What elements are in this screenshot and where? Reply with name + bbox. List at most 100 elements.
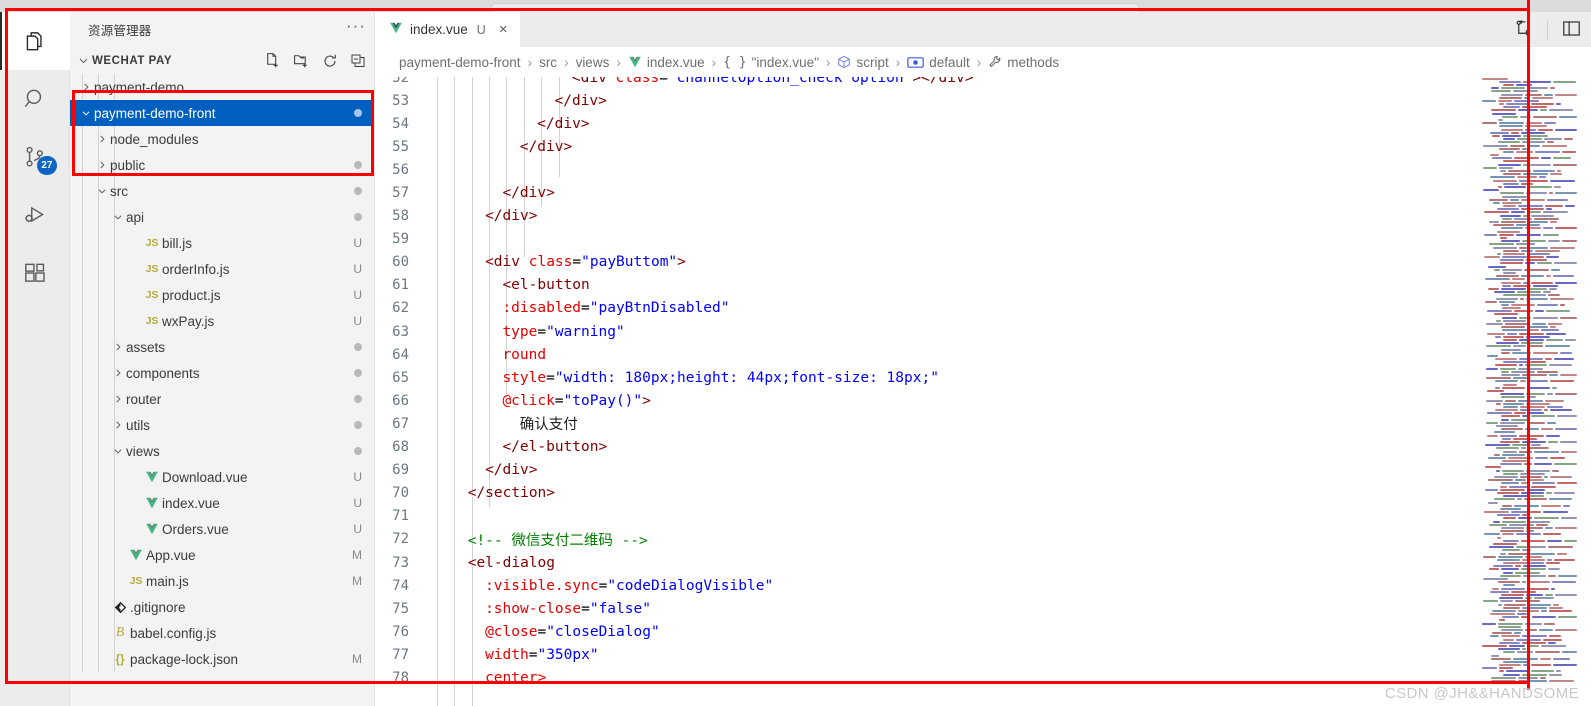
tree-file-row[interactable]: Bbabel.config.js [70, 620, 374, 646]
code-line: 76 @close="closeDialog" [375, 620, 1591, 643]
collapse-all-icon[interactable] [350, 53, 366, 69]
tree-item-label: index.vue [162, 495, 220, 511]
new-folder-icon[interactable] [293, 52, 310, 69]
code-token: :visible.sync [485, 577, 599, 594]
tree-folder-row[interactable]: node_modules [70, 126, 374, 152]
breadcrumb-item[interactable]: views [576, 55, 610, 70]
line-number: 64 [392, 346, 409, 363]
unstaged-dot-indicator [354, 187, 362, 195]
tree-item-label: src [110, 183, 128, 199]
tree-item-label: package-lock.json [130, 651, 239, 667]
tree-folder-row[interactable]: router [70, 386, 374, 412]
tab-index-vue[interactable]: index.vue U × [375, 12, 520, 47]
code-token: :disabled [502, 300, 582, 317]
line-text: <el-button [433, 277, 1591, 293]
chevron-right-icon [110, 342, 126, 352]
code-token: type [502, 323, 538, 340]
tree-item-label: utils [126, 417, 151, 433]
breadcrumb-item[interactable]: default [907, 55, 970, 70]
tree-item-label: orderInfo.js [162, 261, 230, 277]
tree-folder-row[interactable]: assets [70, 334, 374, 360]
line-number: 75 [392, 600, 409, 617]
chevron-right-icon [94, 134, 110, 144]
tree-folder-row[interactable]: utils [70, 412, 374, 438]
file-tree: payment-demo payment-demo-front node_modul… [70, 74, 374, 672]
tree-folder-row[interactable]: components [70, 360, 374, 386]
line-text: :disabled="payBtnDisabled" [433, 300, 1591, 316]
tree-file-row[interactable]: JS main.js M [70, 568, 374, 594]
breadcrumb-item[interactable]: methods [988, 55, 1059, 70]
breadcrumb-label: index.vue [646, 54, 705, 70]
code-token: class [615, 77, 660, 86]
git-status-badge: U [353, 496, 362, 510]
line-number: 56 [392, 161, 409, 178]
code-token: <div [485, 254, 529, 271]
chevron-right-icon [110, 368, 126, 378]
tree-folder-row[interactable]: api [70, 204, 374, 230]
breadcrumb-separator: › [976, 54, 982, 70]
cube-icon [837, 55, 851, 69]
code-line: 52 <div class="channelOption_check option… [375, 77, 1591, 89]
tree-item-label: payment-demo [94, 79, 185, 95]
breadcrumb-separator: › [895, 54, 901, 70]
activity-bar: 27 [0, 12, 70, 706]
tree-folder-row[interactable]: src [70, 178, 374, 204]
tree-file-row[interactable]: index.vue U [70, 490, 374, 516]
code-token: "closeDialog" [546, 623, 660, 640]
tree-folder-row[interactable]: views [70, 438, 374, 464]
code-token: <!-- 微信支付二维码 --> [467, 532, 648, 549]
chevron-right-icon [78, 82, 94, 92]
tree-folder-row[interactable]: public [70, 152, 374, 178]
tree-file-row[interactable]: .gitignore [70, 594, 374, 620]
babel-file-icon: B [115, 625, 125, 640]
split-editor-icon[interactable] [1514, 19, 1533, 41]
tree-file-row[interactable]: {} package-lock.json M [70, 646, 374, 672]
activitybar-item-run-and-debug[interactable] [0, 186, 70, 244]
activitybar-item-explorer[interactable] [0, 12, 70, 70]
new-file-icon[interactable] [264, 52, 281, 69]
activitybar-item-extensions[interactable] [0, 244, 70, 302]
toolbar-divider [1547, 19, 1548, 40]
tree-folder-row[interactable]: payment-demo [70, 74, 374, 100]
explorer-more-actions-icon[interactable]: ··· [346, 17, 366, 38]
code-token: "toPay()" [563, 392, 643, 409]
line-number: 72 [392, 531, 409, 548]
code-token: > [642, 392, 651, 409]
tree-file-row[interactable]: App.vue M [70, 542, 374, 568]
tree-folder-row[interactable]: payment-demo-front [70, 100, 374, 126]
breadcrumb-separator: › [711, 54, 717, 70]
breadcrumb-item[interactable]: index.vue [628, 55, 705, 70]
breadcrumb-item[interactable]: { } "index.vue" [723, 55, 819, 70]
code-line: 63 type="warning" [375, 320, 1591, 343]
line-number: 52 [392, 77, 409, 86]
activitybar-item-source-control[interactable]: 27 [0, 128, 70, 186]
tree-file-row[interactable]: JS orderInfo.js U [70, 256, 374, 282]
code-lines: 52 <div class="channelOption_check option… [375, 77, 1591, 690]
editor-scrollbar[interactable] [1577, 77, 1591, 706]
refresh-icon[interactable] [322, 53, 338, 69]
breadcrumb-item[interactable]: payment-demo-front [399, 55, 521, 70]
code-token: = [581, 300, 590, 317]
tree-item-label: payment-demo-front [94, 105, 216, 121]
tree-file-row[interactable]: Orders.vue U [70, 516, 374, 542]
line-text: :show-close="false" [433, 601, 1591, 617]
line-number: 69 [392, 462, 409, 479]
tree-file-row[interactable]: Download.vue U [70, 464, 374, 490]
code-editor[interactable]: 52 <div class="channelOption_check option… [375, 77, 1591, 706]
tree-file-row[interactable]: JS product.js U [70, 282, 374, 308]
tree-item-label: babel.config.js [130, 625, 217, 641]
breadcrumb-label: script [856, 54, 889, 70]
close-icon[interactable]: × [499, 22, 508, 37]
activitybar-item-search[interactable] [0, 70, 70, 128]
toggle-panel-icon[interactable] [1562, 19, 1581, 41]
tree-file-row[interactable]: JS wxPay.js U [70, 308, 374, 334]
line-number: 67 [392, 415, 409, 432]
line-text: </div> [433, 116, 1591, 132]
explorer-title: 资源管理器 [88, 24, 152, 38]
code-line: 58 </div> [375, 205, 1591, 228]
breadcrumb-item[interactable]: script [837, 54, 889, 70]
tree-file-row[interactable]: JS bill.js U [70, 230, 374, 256]
js-file-icon: JS [145, 315, 159, 327]
breadcrumb-item[interactable]: src [539, 55, 557, 70]
section-header-wechat-pay[interactable]: WECHAT PAY [70, 47, 374, 74]
